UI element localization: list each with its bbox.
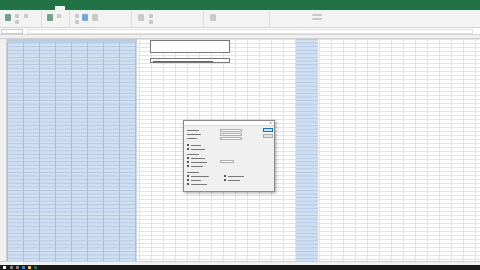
ribbon-group-sort-filter: [72, 11, 132, 27]
formula-input[interactable]: [27, 29, 473, 34]
tab-data[interactable]: [55, 5, 65, 10]
tab-formulas[interactable]: [67, 6, 79, 10]
option-checkbox[interactable]: [224, 175, 226, 177]
cancel-button[interactable]: [263, 134, 273, 138]
dialog-input-3[interactable]: [220, 137, 242, 140]
ok-button[interactable]: [263, 128, 273, 132]
windows-icon[interactable]: [3, 266, 6, 269]
text-to-columns-icon[interactable]: [138, 14, 144, 21]
what-if-icon[interactable]: [210, 14, 216, 21]
excel-icon[interactable]: [34, 266, 37, 269]
option-label: [191, 145, 201, 146]
header-row: [7, 39, 137, 43]
from-table-icon[interactable]: [24, 14, 28, 18]
edge-icon[interactable]: [22, 266, 25, 269]
tab-file[interactable]: [4, 6, 13, 10]
dialog-label: [187, 172, 199, 173]
search-icon[interactable]: [10, 266, 13, 269]
data-range[interactable]: [7, 39, 137, 261]
ribbon: [0, 10, 480, 28]
selected-column[interactable]: [296, 39, 318, 261]
tab-home[interactable]: [15, 6, 25, 10]
close-icon[interactable]: ✕: [268, 121, 273, 126]
dialog-window: ✕: [183, 120, 275, 192]
from-web-icon[interactable]: [15, 20, 19, 24]
dialog-input-4[interactable]: [220, 160, 234, 163]
dialog-title: [184, 121, 274, 126]
option-checkbox[interactable]: [187, 157, 189, 159]
filter-icon[interactable]: [92, 14, 98, 21]
tab-insert[interactable]: [27, 6, 37, 10]
ribbon-group-forecast: [206, 11, 270, 27]
tab-view[interactable]: [94, 6, 103, 10]
row-headers: [0, 39, 7, 261]
option-label: [191, 149, 205, 150]
tab-tell-me[interactable]: [105, 6, 121, 10]
ribbon-group-analyze: [308, 11, 338, 27]
option-checkbox[interactable]: [187, 179, 189, 181]
taskbar: [0, 265, 480, 270]
sort-ascending-icon[interactable]: [75, 14, 79, 18]
solver-icon[interactable]: [312, 14, 322, 16]
data-analysis-icon[interactable]: [312, 18, 322, 20]
option-label: [191, 166, 203, 167]
sort-descending-icon[interactable]: [75, 20, 79, 24]
option-label: [191, 180, 201, 181]
explorer-icon[interactable]: [28, 266, 31, 269]
dialog-label: [187, 130, 199, 131]
option-label: [191, 184, 207, 185]
remove-duplicates-icon[interactable]: [149, 20, 153, 24]
dialog-input-2[interactable]: [220, 133, 242, 136]
result-box[interactable]: [150, 58, 230, 63]
ribbon-group-connections: [44, 11, 70, 27]
formula-bar: [0, 28, 480, 35]
criteria-box[interactable]: [150, 40, 230, 53]
ribbon-group-data-tools: [134, 11, 204, 27]
tab-review[interactable]: [81, 6, 92, 10]
name-box[interactable]: [1, 29, 23, 34]
ribbon-group-get-data: [2, 11, 42, 27]
connections-icon[interactable]: [57, 14, 61, 18]
sort-icon[interactable]: [82, 14, 88, 21]
option-label: [228, 176, 244, 177]
get-data-icon[interactable]: [5, 14, 11, 21]
result-text-line: [153, 60, 213, 62]
option-checkbox[interactable]: [224, 179, 226, 181]
option-checkbox[interactable]: [187, 148, 189, 150]
option-checkbox[interactable]: [187, 144, 189, 146]
option-checkbox[interactable]: [187, 175, 189, 177]
dialog-input-1[interactable]: [220, 129, 242, 132]
option-checkbox[interactable]: [187, 183, 189, 185]
flash-fill-icon[interactable]: [149, 14, 153, 18]
option-label: [191, 176, 209, 177]
dialog-label: [187, 134, 201, 135]
refresh-all-icon[interactable]: [47, 14, 53, 21]
dialog-label: [187, 154, 199, 155]
option-label: [191, 162, 207, 163]
dialog-label: [187, 138, 197, 139]
option-label: [191, 158, 205, 159]
task-view-icon[interactable]: [16, 266, 19, 269]
tab-page-layout[interactable]: [39, 6, 53, 10]
option-checkbox[interactable]: [187, 161, 189, 163]
option-checkbox[interactable]: [187, 165, 189, 167]
option-label: [228, 180, 240, 181]
from-text-icon[interactable]: [15, 14, 19, 18]
